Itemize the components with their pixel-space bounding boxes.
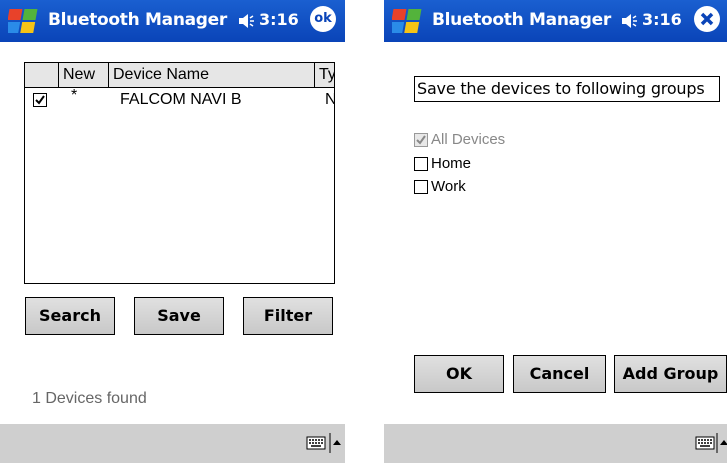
ok-button[interactable]: OK — [414, 355, 504, 393]
menu-bar — [0, 424, 345, 463]
row-device-name: FALCOM NAVI B — [120, 91, 242, 108]
input-panel-arrow-icon[interactable] — [716, 433, 727, 453]
volume-icon[interactable] — [237, 12, 257, 30]
ok-close-button[interactable]: ok — [310, 6, 336, 32]
volume-icon[interactable] — [620, 12, 640, 30]
windows-start-icon[interactable] — [392, 6, 426, 36]
keyboard-icon[interactable] — [306, 435, 326, 451]
column-header-type[interactable]: Ty — [315, 63, 334, 87]
row-checkbox[interactable] — [33, 93, 47, 107]
checkmark-icon — [416, 135, 426, 145]
row-new-flag: * — [71, 87, 78, 104]
checkmark-icon — [35, 95, 45, 105]
menu-bar — [384, 424, 727, 463]
title-bar: Bluetooth Manager 3:16 — [384, 0, 727, 42]
title-bar: Bluetooth Manager 3:16 ok — [0, 0, 345, 42]
home-label[interactable]: Home — [431, 155, 471, 172]
device-list-table[interactable]: New Device Name Ty * FALCOM NAVI B N — [24, 62, 335, 284]
add-group-button[interactable]: Add Group — [614, 355, 727, 393]
table-row[interactable]: * FALCOM NAVI B N — [25, 87, 334, 112]
clock-time[interactable]: 3:16 — [642, 10, 682, 29]
column-header-new[interactable]: New — [59, 63, 109, 87]
bluetooth-manager-device-list-screen: Bluetooth Manager 3:16 ok New Device Nam… — [0, 0, 345, 463]
close-button[interactable] — [694, 6, 720, 32]
input-panel-arrow-icon[interactable] — [329, 433, 341, 453]
row-device-type: N — [325, 88, 334, 112]
home-checkbox[interactable] — [414, 157, 428, 171]
work-checkbox[interactable] — [414, 180, 428, 194]
windows-start-icon[interactable] — [8, 6, 42, 36]
app-title: Bluetooth Manager — [48, 10, 227, 30]
work-label[interactable]: Work — [431, 178, 466, 195]
save-button[interactable]: Save — [134, 297, 224, 335]
groups-prompt-field: Save the devices to following groups — [414, 76, 720, 102]
devices-found-status: 1 Devices found — [32, 390, 147, 407]
search-button[interactable]: Search — [25, 297, 115, 335]
filter-button[interactable]: Filter — [243, 297, 333, 335]
column-header-device-name[interactable]: Device Name — [109, 63, 315, 87]
keyboard-icon[interactable] — [695, 435, 715, 451]
all-devices-checkbox — [414, 133, 428, 147]
clock-time[interactable]: 3:16 — [259, 10, 299, 29]
app-title: Bluetooth Manager — [432, 10, 611, 30]
cancel-button[interactable]: Cancel — [513, 355, 606, 393]
column-header-select[interactable] — [25, 63, 59, 87]
close-icon — [700, 12, 714, 26]
all-devices-label: All Devices — [431, 131, 506, 148]
save-to-groups-screen: Bluetooth Manager 3:16 Save the devices … — [384, 0, 727, 463]
